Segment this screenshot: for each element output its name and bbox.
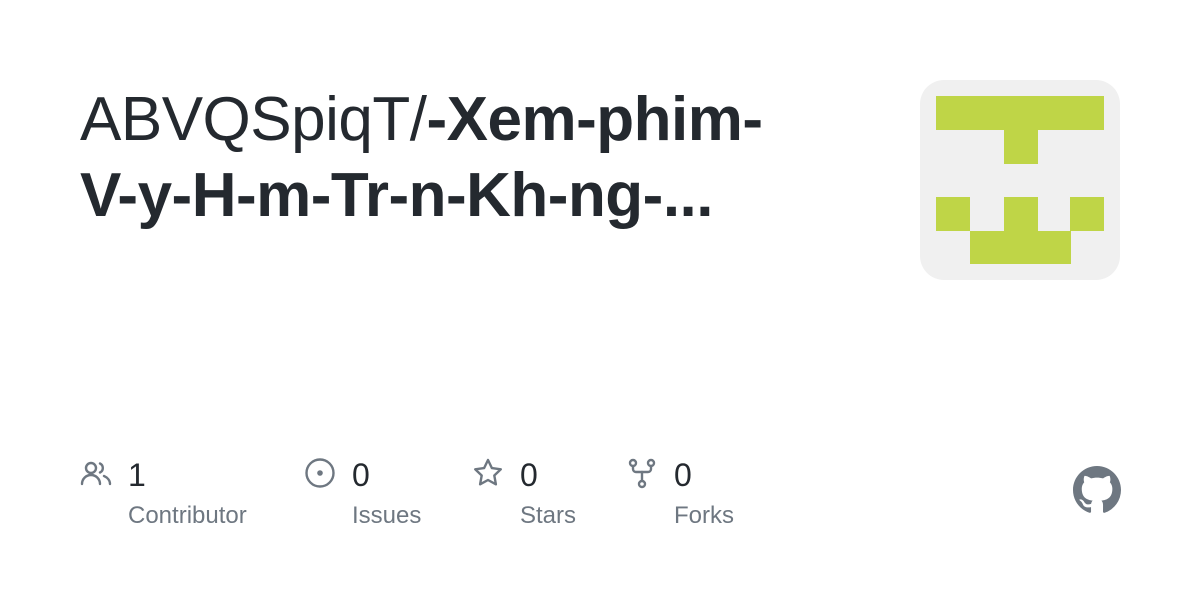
forks-count: 0 <box>674 457 692 493</box>
people-icon <box>80 461 112 486</box>
stars-label: Stars <box>520 502 577 529</box>
issue-opened-icon <box>305 458 335 488</box>
issues-count: 0 <box>352 457 370 493</box>
star-icon <box>474 458 502 486</box>
owner-avatar[interactable] <box>920 80 1120 280</box>
repo-forked-icon <box>628 458 656 489</box>
contributors-count: 1 <box>128 457 146 493</box>
forks-label: Forks <box>674 502 734 529</box>
repo-owner[interactable]: ABVQSpiqT/ <box>80 85 427 154</box>
github-logo-icon[interactable] <box>1073 466 1121 514</box>
identicon-image <box>936 96 1104 264</box>
contributors-label: Contributor <box>128 502 247 529</box>
repo-name-continued[interactable]: V-y-H-m-Tr-n-Kh-ng-... <box>80 161 714 230</box>
stars-count: 0 <box>520 457 538 493</box>
issues-label: Issues <box>352 502 422 529</box>
repo-name[interactable]: -Xem-phim- <box>426 85 763 154</box>
repo-title: ABVQSpiqT/-Xem-phim- V-y-H-m-Tr-n-Kh-ng-.… <box>80 82 860 234</box>
